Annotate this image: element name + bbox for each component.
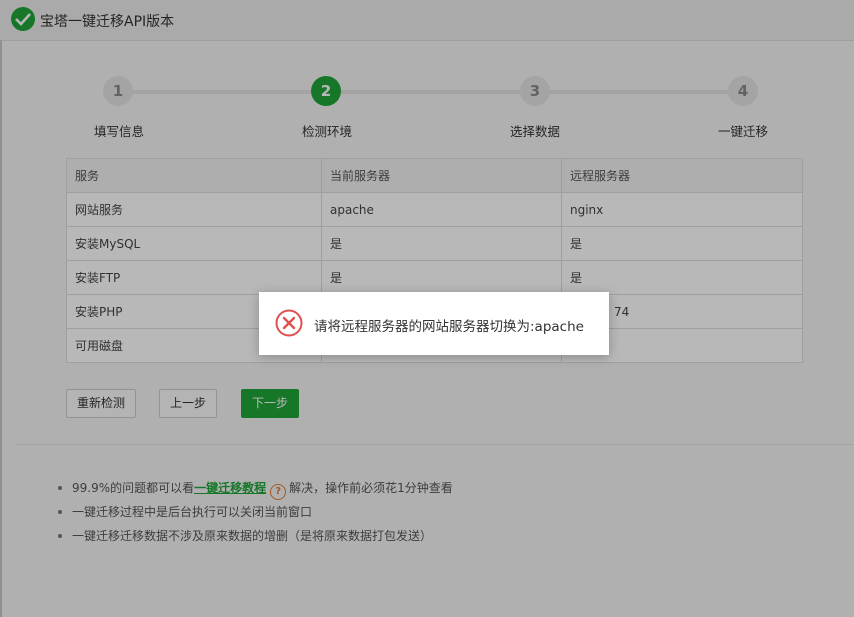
error-x-icon (275, 309, 303, 337)
toast-message: 请将远程服务器的网站服务器切换为:apache (314, 319, 584, 335)
error-toast: 请将远程服务器的网站服务器切换为:apache (259, 292, 609, 355)
